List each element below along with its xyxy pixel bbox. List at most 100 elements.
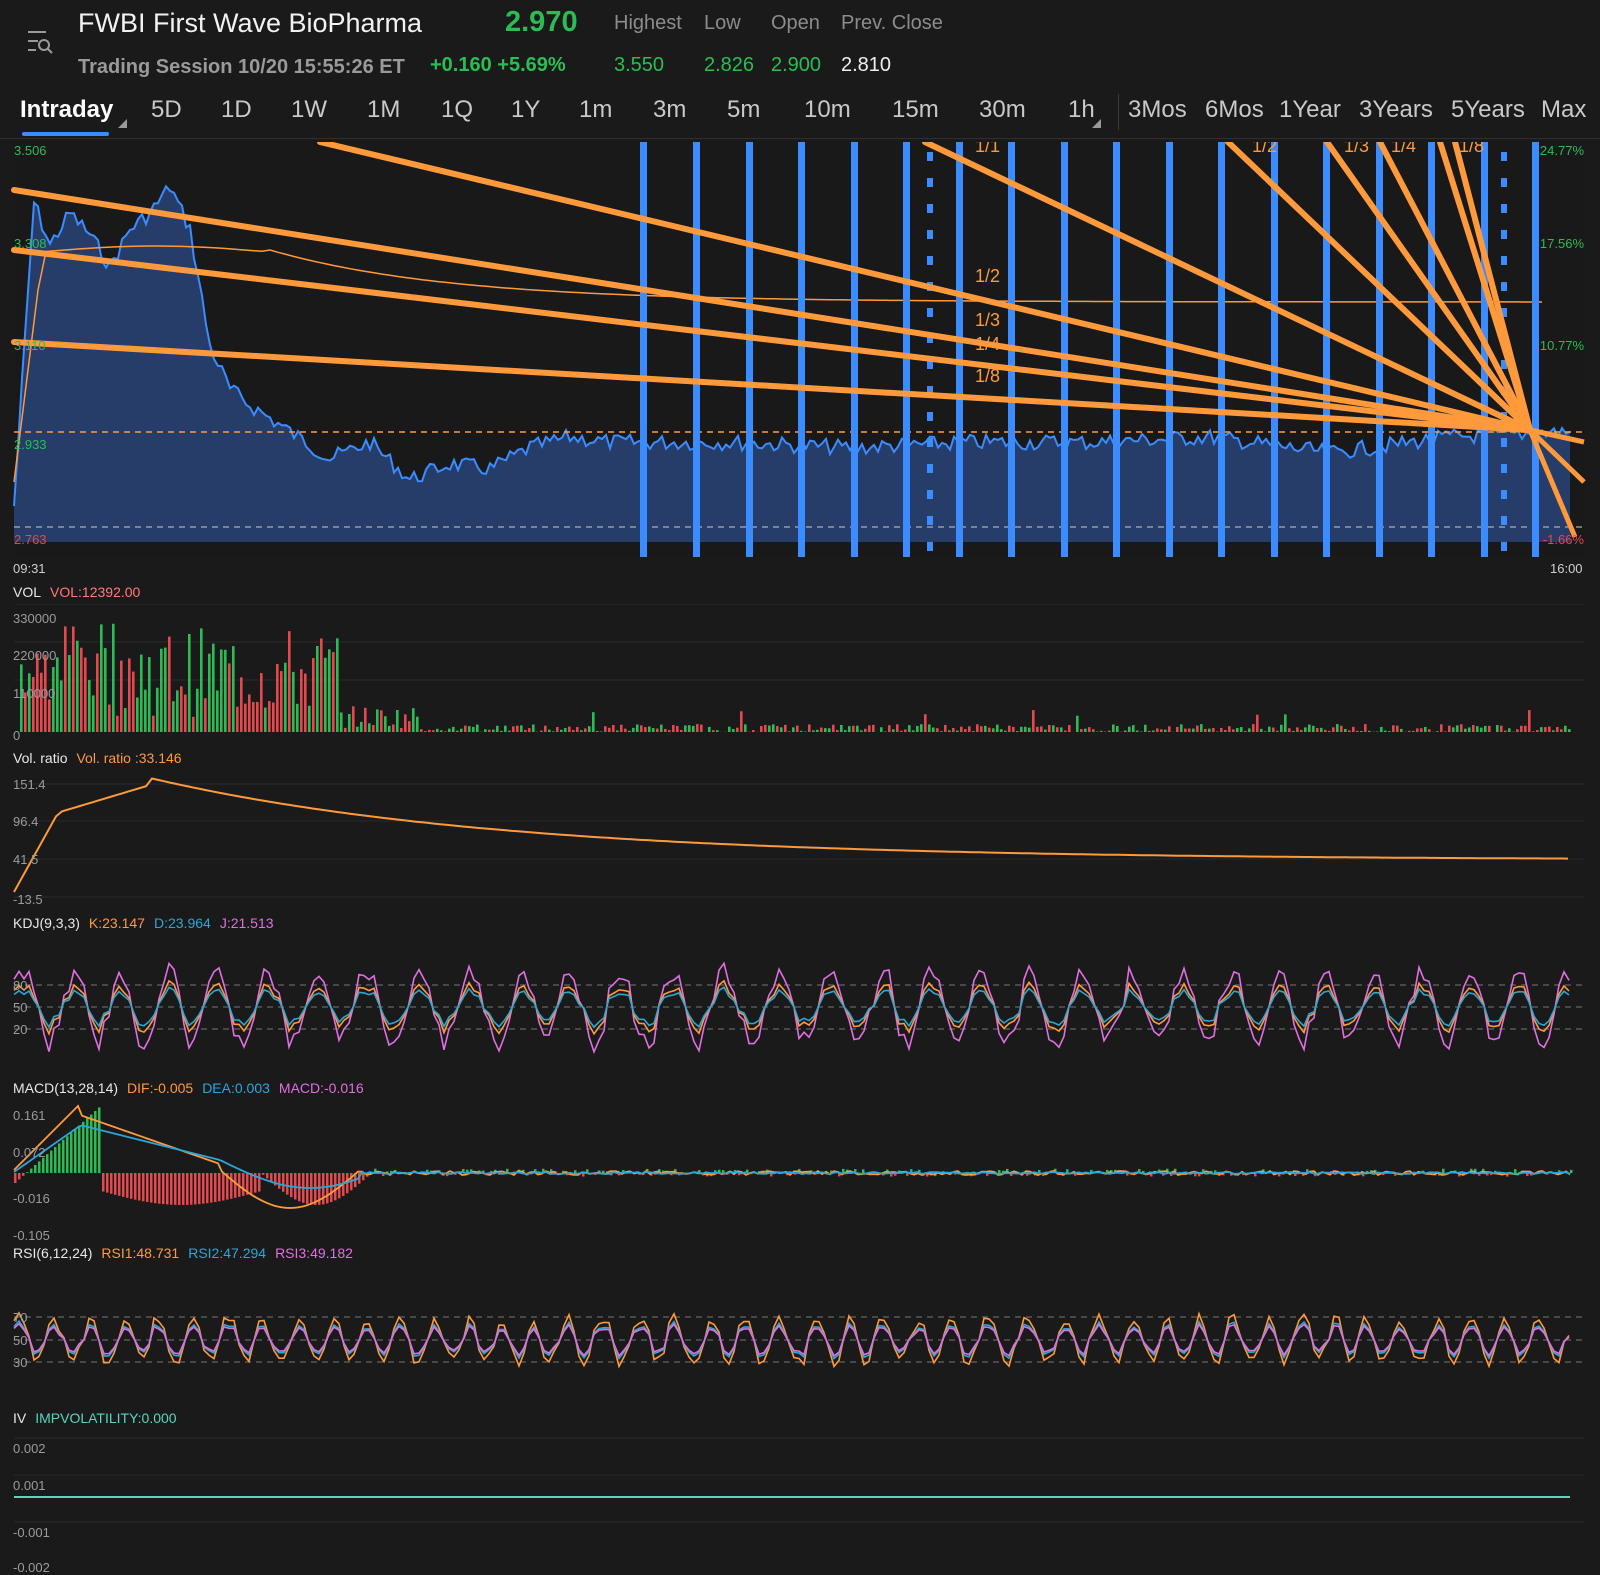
macd-bar: [18, 1173, 21, 1180]
volume-bar: [1132, 725, 1135, 732]
volratio-tick: -13.5: [13, 892, 43, 907]
macd-bar: [210, 1173, 213, 1203]
macd-bar: [242, 1173, 245, 1196]
volume-bar: [608, 727, 611, 732]
volume-bar: [1356, 730, 1359, 732]
tab-5years[interactable]: 5Years: [1451, 96, 1525, 124]
volume-bar: [1256, 714, 1259, 732]
macd-bar: [30, 1168, 33, 1173]
volume-bar: [956, 730, 959, 732]
volume-bar: [1080, 729, 1083, 732]
tab-15min[interactable]: 15m: [892, 96, 939, 124]
volume-bar: [432, 730, 435, 732]
volume-bar: [148, 657, 151, 732]
volume-bar: [676, 725, 679, 732]
macd-dif-line: [13, 1104, 1571, 1209]
volume-bar: [588, 726, 591, 732]
tab-1y[interactable]: 1Y: [511, 96, 540, 124]
volume-bar: [1040, 726, 1043, 732]
volume-bar: [1108, 730, 1111, 732]
volume-bar: [920, 724, 923, 732]
tab-1h[interactable]: 1h: [1068, 96, 1095, 124]
tab-3min[interactable]: 3m: [653, 96, 686, 124]
macd-bar: [142, 1173, 145, 1202]
tab-3years[interactable]: 3Years: [1359, 96, 1433, 124]
tab-1year[interactable]: 1Year: [1279, 96, 1341, 124]
search-menu-icon[interactable]: [24, 24, 54, 60]
macd-bar: [42, 1157, 45, 1173]
tab-intraday[interactable]: Intraday: [20, 96, 113, 124]
macd-bar: [134, 1173, 137, 1200]
tab-1w[interactable]: 1W: [291, 96, 327, 124]
low-value: 2.826: [704, 54, 755, 76]
tab-1min[interactable]: 1m: [579, 96, 612, 124]
dashed-vertical-line: [1218, 152, 1224, 161]
macd-bar: [118, 1173, 121, 1196]
volume-bar: [420, 729, 423, 732]
tab-3mos[interactable]: 3Mos: [1128, 96, 1187, 124]
tab-30min[interactable]: 30m: [979, 96, 1026, 124]
volume-bar: [712, 730, 715, 732]
volume-bar: [696, 724, 699, 732]
dashed-vertical-line: [927, 230, 933, 239]
volume-bar: [184, 694, 187, 732]
dropdown-caret-icon[interactable]: [1092, 119, 1101, 128]
volume-bar: [844, 730, 847, 732]
volume-bar: [664, 728, 667, 732]
volume-bar: [1308, 724, 1311, 732]
price-chart[interactable]: 1/1 1/2 1/3 1/4 1/8 1/2 1/3 1/4 1/8 3.50…: [0, 142, 1600, 562]
volume-bar: [564, 728, 567, 732]
volume-bar: [788, 731, 791, 732]
rsi1-value: RSI1:48.731: [101, 1245, 180, 1261]
dashed-vertical-line: [927, 412, 933, 421]
tab-1d[interactable]: 1D: [221, 96, 252, 124]
macd-bar: [122, 1173, 125, 1197]
tab-max[interactable]: Max: [1541, 96, 1586, 124]
volume-bar: [792, 727, 795, 732]
volume-bar: [1552, 730, 1555, 732]
volume-bar: [272, 702, 275, 732]
volume-bar: [1272, 727, 1275, 732]
volume-bar: [1560, 729, 1563, 732]
volume-bar: [1348, 730, 1351, 732]
volume-bar: [1192, 728, 1195, 732]
fan-label: 1/4: [975, 334, 1000, 354]
tab-1m-month[interactable]: 1M: [367, 96, 400, 124]
volume-bar: [316, 646, 319, 732]
macd-bar: [78, 1125, 81, 1173]
volume-bar: [1224, 729, 1227, 732]
volume-bar: [1004, 730, 1007, 732]
tab-10min[interactable]: 10m: [804, 96, 851, 124]
volume-bar: [636, 724, 639, 732]
volume-bar: [976, 724, 979, 732]
volume-bar: [632, 727, 635, 732]
dashed-vertical-line: [927, 516, 933, 525]
pct-tick: 10.77%: [1540, 338, 1585, 353]
volume-bar: [716, 730, 719, 732]
tab-5min[interactable]: 5m: [727, 96, 760, 124]
price-change: +0.160 +5.69%: [430, 54, 566, 76]
volume-bar: [312, 658, 315, 732]
volume-bar: [784, 724, 787, 732]
macd-bar: [22, 1173, 25, 1176]
prev-close-label: Prev. Close: [841, 12, 943, 34]
dashed-vertical-line: [1501, 230, 1507, 239]
volume-bar: [1352, 726, 1355, 732]
volume-bar: [1196, 725, 1199, 732]
dropdown-caret-icon[interactable]: [118, 119, 127, 128]
volume-bar: [164, 647, 167, 732]
tab-6mos[interactable]: 6Mos: [1205, 96, 1264, 124]
volume-bar: [556, 727, 559, 732]
volume-bar: [964, 729, 967, 732]
volume-bar: [1396, 725, 1399, 732]
volume-bar: [468, 726, 471, 732]
tab-5d[interactable]: 5D: [151, 96, 182, 124]
timeframe-tabs: Intraday 5D 1D 1W 1M 1Q 1Y 1m 3m 5m 10m …: [0, 88, 1600, 139]
pct-tick: 24.77%: [1540, 143, 1585, 158]
low-label: Low: [704, 12, 741, 34]
volume-bar: [764, 724, 767, 732]
macd-tick: 0.072: [13, 1145, 46, 1160]
macd-bar: [158, 1173, 161, 1204]
tab-1q[interactable]: 1Q: [441, 96, 473, 124]
volume-bar: [1144, 724, 1147, 732]
